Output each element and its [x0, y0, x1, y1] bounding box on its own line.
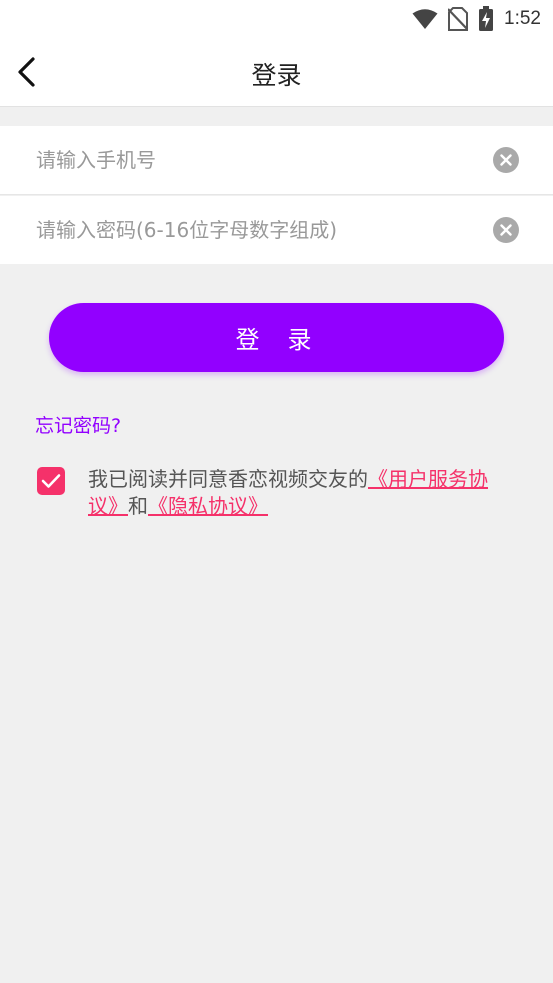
privacy-policy-link[interactable]: 《隐私协议》 [148, 494, 268, 518]
battery-charging-icon [479, 6, 494, 31]
forgot-password-link[interactable]: 忘记密码? [35, 411, 121, 438]
agreement-checkbox[interactable] [37, 467, 65, 495]
login-button[interactable]: 登录 [49, 303, 504, 372]
wifi-icon [412, 9, 438, 29]
phone-field [0, 126, 553, 195]
status-icons: 1:52 [412, 6, 541, 32]
clear-phone-icon[interactable] [493, 147, 519, 173]
password-input[interactable] [36, 196, 476, 264]
agreement-and: 和 [128, 494, 148, 518]
status-time: 1:52 [504, 8, 541, 29]
status-bar: 1:52 [0, 0, 553, 38]
no-sim-icon [448, 7, 469, 31]
phone-input[interactable] [36, 126, 476, 194]
password-field [0, 196, 553, 264]
checkmark-icon [41, 474, 61, 488]
page-title: 登录 [251, 61, 302, 90]
header-bar: 登录 [0, 38, 553, 107]
agreement-text: 我已阅读并同意香恋视频交友的《用户服务协议》和《隐私协议》 [88, 466, 508, 520]
clear-password-icon[interactable] [493, 217, 519, 243]
agreement-prefix: 我已阅读并同意香恋视频交友的 [88, 467, 368, 491]
